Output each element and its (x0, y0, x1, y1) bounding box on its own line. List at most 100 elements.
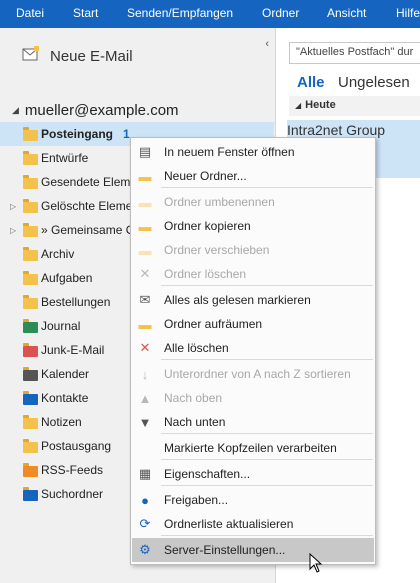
menu-item-label: Nach oben (164, 391, 223, 405)
group-label: Heute (305, 99, 336, 111)
calendar-icon (22, 366, 38, 382)
menu-item-label: Ordner verschieben (164, 243, 270, 257)
menu-item-label: Ordner kopieren (164, 219, 251, 233)
menu-item-label: Nach unten (164, 415, 226, 429)
folder-icon (22, 222, 38, 238)
new-mail-button[interactable]: Neue E-Mail (22, 46, 133, 66)
settings-gear-icon: ⚙ (139, 542, 151, 557)
tab-hilfe[interactable]: Hilfe (396, 6, 420, 20)
properties-icon: ▦ (138, 466, 152, 481)
folder-label: RSS-Feeds (41, 463, 104, 477)
expand-folder-icon[interactable]: ▷ (10, 226, 16, 235)
menu-item[interactable]: ⚙ Server-Einstellungen... (132, 538, 374, 562)
folder-label: Suchordner (41, 487, 104, 501)
outbox-icon (22, 438, 38, 454)
menu-item: ✕ Ordner löschen (132, 262, 374, 286)
copy-folder-icon: ▬ (138, 218, 152, 234)
contacts-icon (22, 390, 38, 406)
rss-icon (22, 462, 38, 478)
tab-ansicht[interactable]: Ansicht (327, 6, 366, 20)
tab-start[interactable]: Start (73, 6, 98, 20)
folder-label: Archiv (41, 247, 75, 261)
sent-icon (22, 174, 38, 190)
tab-datei[interactable]: Datei (16, 6, 44, 20)
new-mail-icon (22, 46, 40, 66)
sort-az-icon: ↓ (141, 366, 149, 382)
filter-all[interactable]: Alle (297, 74, 325, 91)
collapse-pane-icon[interactable]: ‹ (265, 38, 269, 50)
collapse-group-icon: ◢ (295, 101, 302, 110)
tab-ordner[interactable]: Ordner (262, 6, 299, 20)
folder-label: Posteingang (41, 127, 114, 141)
arrow-down-icon: ▼ (138, 414, 152, 430)
rename-folder-icon: ▬ (138, 194, 152, 210)
menu-item: ▲ Nach oben (132, 386, 374, 410)
tab-senden-empfangen[interactable]: Senden/Empfangen (127, 6, 233, 20)
journal-icon (22, 318, 38, 334)
menu-item-label: Ordnerliste aktualisieren (164, 517, 294, 531)
menu-item[interactable]: ● Freigaben... (132, 488, 374, 512)
account-header[interactable]: ◢ mueller@example.com (12, 102, 179, 119)
menu-item[interactable]: ✕ Alle löschen (132, 336, 374, 360)
menu-item-label: Alles als gelesen markieren (164, 293, 311, 307)
menu-item-label: Markierte Kopfzeilen verarbeiten (164, 441, 337, 455)
menu-item-label: Eigenschaften... (164, 467, 251, 481)
folder-label: Junk-E-Mail (41, 343, 105, 357)
tasks-icon (22, 270, 38, 286)
filter-unread[interactable]: Ungelesen (338, 74, 410, 91)
folder-label: Kalender (41, 367, 90, 381)
folder-icon (22, 294, 38, 310)
folder-label: Kontakte (41, 391, 89, 405)
menu-item[interactable]: ▼ Nach unten (132, 410, 374, 434)
expand-triangle-icon[interactable]: ◢ (12, 105, 19, 116)
ribbon-tab-bar: Datei Start Senden/Empfangen Ordner Ansi… (0, 0, 420, 28)
menu-item-label: Neuer Ordner... (164, 169, 247, 183)
search-input[interactable]: "Aktuelles Postfach" dur (289, 42, 420, 64)
junk-icon (22, 342, 38, 358)
menu-item-label: In neuem Fenster öffnen (164, 145, 295, 159)
menu-item[interactable]: ▬ Ordner kopieren (132, 214, 374, 238)
menu-item[interactable]: ⟳ Ordnerliste aktualisieren (132, 512, 374, 536)
menu-item: ▬ Ordner umbenennen (132, 190, 374, 214)
message-sender[interactable]: Intra2net Group (287, 122, 420, 138)
arrow-up-icon: ▲ (138, 390, 152, 406)
notes-icon (22, 414, 38, 430)
delete-all-icon: ✕ (139, 340, 151, 355)
new-window-icon: ▤ (138, 144, 152, 159)
menu-item[interactable]: ▬ Ordner aufräumen (132, 312, 374, 336)
inbox-icon (22, 126, 38, 142)
menu-item-label: Unterordner von A nach Z sortieren (164, 367, 351, 381)
group-header-today[interactable]: ◢ Heute (289, 96, 420, 116)
menu-item[interactable]: ✉ Alles als gelesen markieren (132, 288, 374, 312)
account-email: mueller@example.com (24, 102, 179, 119)
folder-label: Aufgaben (41, 271, 93, 285)
folder-context-menu: ▤ In neuem Fenster öffnen ▬ Neuer Ordner...… (130, 137, 376, 565)
menu-item[interactable]: ▬ Neuer Ordner... (132, 164, 374, 188)
menu-item-label: Ordner aufräumen (164, 317, 263, 331)
menu-item[interactable]: Markierte Kopfzeilen verarbeiten (132, 436, 374, 460)
menu-item[interactable]: ▦ Eigenschaften... (132, 462, 374, 486)
menu-item: ▬ Ordner verschieben (132, 238, 374, 262)
move-folder-icon: ▬ (138, 242, 152, 258)
expand-folder-icon[interactable]: ▷ (10, 202, 16, 211)
folder-label: Notizen (41, 415, 82, 429)
menu-item-label: Freigaben... (164, 493, 229, 507)
menu-item[interactable]: ▤ In neuem Fenster öffnen (132, 140, 374, 164)
menu-item-label: Server-Einstellungen... (164, 543, 286, 557)
share-icon: ● (141, 492, 149, 508)
drafts-icon (22, 150, 38, 166)
new-mail-label: Neue E-Mail (50, 47, 133, 65)
mark-read-icon: ✉ (139, 292, 151, 307)
folder-label: Entwürfe (41, 151, 89, 165)
deleted-icon (22, 198, 38, 214)
mouse-cursor-icon (309, 553, 323, 573)
folder-label: Postausgang (41, 439, 112, 453)
new-folder-icon: ▬ (138, 168, 152, 184)
search-folder-icon (22, 486, 38, 502)
delete-folder-icon: ✕ (139, 266, 151, 281)
menu-item-label: Alle löschen (164, 341, 229, 355)
cleanup-folder-icon: ▬ (138, 316, 152, 332)
refresh-icon: ⟳ (139, 516, 151, 531)
folder-icon (22, 246, 38, 262)
unread-count: 1 (123, 127, 130, 141)
